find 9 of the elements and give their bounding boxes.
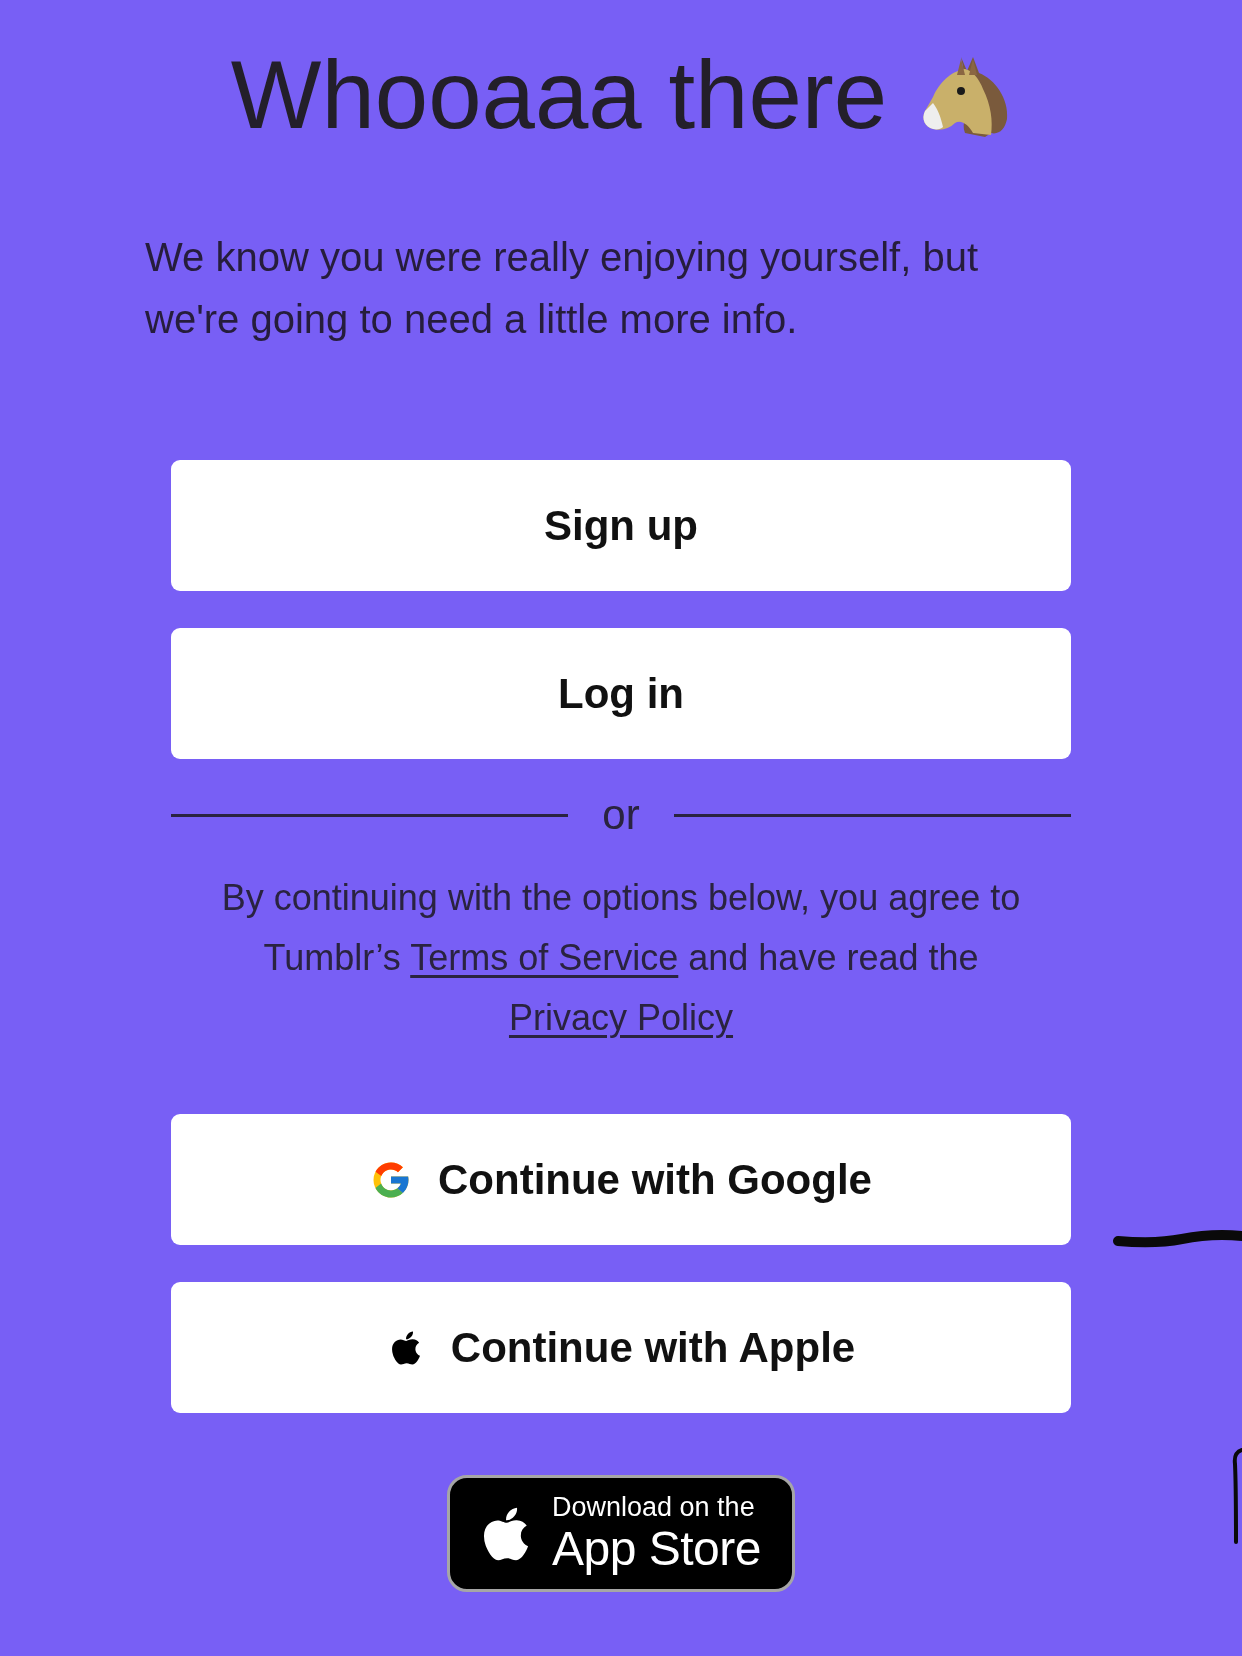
social-login-button[interactable]: Continue with Apple (171, 1282, 1071, 1413)
legal-notice: By continuing with the options below, you agree to Tumblr’s Terms of Service and have read the Privacy Policy (220, 876, 1022, 1040)
or-divider-text: or (601, 790, 641, 840)
auth-button[interactable]: Sign up (171, 460, 1071, 591)
page-title: Whooaaa there (230, 40, 888, 150)
app-store-badge[interactable]: Download on the App Store (447, 1475, 795, 1592)
social-login-button[interactable]: Continue with Google (171, 1114, 1071, 1245)
auth-button[interactable]: Log in (171, 628, 1071, 759)
intro-text: We know you were really enjoying yourself, but we're going to need a little more info. (145, 234, 979, 343)
